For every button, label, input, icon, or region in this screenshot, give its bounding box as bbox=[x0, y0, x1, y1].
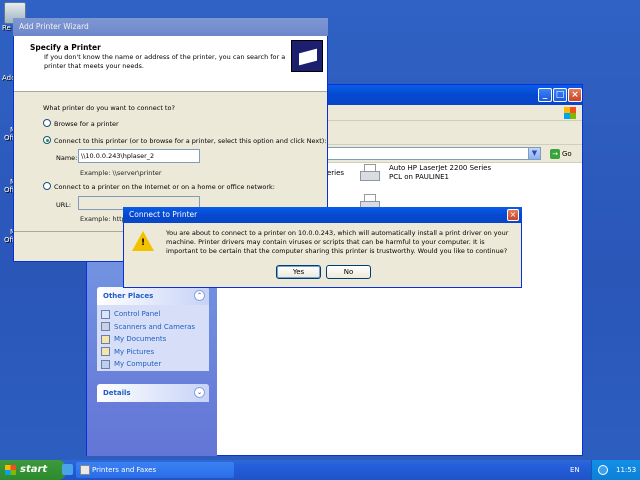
taskbar: start Printers and Faxes EN 11:53 bbox=[0, 460, 640, 480]
sidebar-item-label: My Pictures bbox=[114, 347, 155, 356]
network-icon[interactable] bbox=[598, 465, 608, 475]
sidebar-item-label: My Documents bbox=[114, 335, 167, 344]
radio-browse-label[interactable]: Browse for a printer bbox=[54, 120, 119, 128]
radio-url[interactable] bbox=[43, 182, 51, 190]
sidebar-item-my-computer[interactable]: My Computer bbox=[97, 358, 209, 371]
printer-name: Auto HP LaserJet 2200 Series bbox=[389, 164, 492, 172]
start-label: start bbox=[20, 464, 48, 475]
partial-printer-label[interactable]: eries bbox=[327, 169, 344, 177]
sidebar-item-my-pictures[interactable]: My Pictures bbox=[97, 346, 209, 359]
radio-connect[interactable] bbox=[43, 136, 51, 144]
sidebar-item-label: Scanners and Cameras bbox=[114, 322, 196, 331]
name-example: Example: \\server\printer bbox=[80, 169, 162, 177]
sidebar-item-control-panel[interactable]: Control Panel bbox=[97, 308, 209, 321]
scanner-icon bbox=[101, 322, 110, 332]
minimize-button[interactable]: _ bbox=[538, 88, 552, 102]
warning-exclamation: ! bbox=[141, 238, 146, 248]
quicklaunch-browser-icon[interactable] bbox=[62, 464, 73, 475]
printer-icon bbox=[359, 163, 381, 185]
wizard-subheading: If you don't know the name or address of… bbox=[44, 53, 286, 70]
sidebar-item-label: Control Panel bbox=[114, 310, 161, 319]
name-label: Name: bbox=[56, 154, 78, 162]
url-label: URL: bbox=[56, 201, 72, 209]
recycle-bin-label[interactable]: Re bbox=[2, 24, 11, 32]
sidebar-item-label: My Computer bbox=[114, 360, 162, 369]
other-places-header[interactable]: Other Places ⌃ bbox=[97, 287, 209, 305]
system-tray: 11:53 bbox=[591, 460, 640, 480]
control-panel-icon bbox=[101, 309, 110, 319]
folder-icon bbox=[101, 334, 110, 344]
taskbar-item-printers-and-faxes[interactable]: Printers and Faxes bbox=[76, 462, 234, 478]
wizard-heading: Specify a Printer bbox=[30, 43, 101, 52]
printer-name-field[interactable]: \\10.0.0.243\hplaser_2 bbox=[78, 149, 200, 163]
details-title: Details bbox=[103, 389, 131, 397]
wizard-question: What printer do you want to connect to? bbox=[43, 104, 175, 112]
printer-icon bbox=[80, 465, 90, 475]
connect-to-printer-dialog: Connect to Printer × ! You are about to … bbox=[123, 207, 522, 288]
windows-flag-icon bbox=[5, 465, 16, 475]
windows-logo-icon bbox=[564, 107, 576, 119]
go-button[interactable]: → Go bbox=[547, 147, 575, 160]
computer-icon bbox=[101, 359, 110, 369]
details-header[interactable]: Details ⌄ bbox=[97, 384, 209, 402]
taskbar-item-label: Printers and Faxes bbox=[92, 466, 157, 474]
no-button[interactable]: No bbox=[326, 265, 371, 279]
dialog-title-bar[interactable]: Connect to Printer × bbox=[123, 207, 522, 223]
clock[interactable]: 11:53 bbox=[616, 460, 636, 480]
details-panel: Details ⌄ bbox=[97, 384, 209, 402]
wizard-header: Specify a Printer If you don't know the … bbox=[14, 36, 327, 92]
other-places-title: Other Places bbox=[103, 292, 154, 300]
start-button[interactable]: start bbox=[0, 460, 66, 480]
language-indicator[interactable]: EN bbox=[570, 460, 580, 480]
yes-button[interactable]: Yes bbox=[276, 265, 321, 279]
go-label: Go bbox=[562, 149, 572, 158]
printer-location: PCL on PAULINE1 bbox=[389, 173, 449, 181]
chevron-down-icon[interactable]: ▼ bbox=[528, 148, 540, 159]
other-places-panel: Other Places ⌃ Control Panel Scanners an… bbox=[97, 287, 209, 371]
collapse-icon[interactable]: ⌃ bbox=[194, 290, 205, 301]
radio-url-label[interactable]: Connect to a printer on the Internet or … bbox=[54, 183, 275, 191]
printer-wizard-icon bbox=[291, 40, 323, 72]
go-arrow-icon: → bbox=[550, 148, 560, 159]
close-button[interactable]: × bbox=[568, 88, 582, 102]
sidebar-item-my-documents[interactable]: My Documents bbox=[97, 333, 209, 346]
folder-icon bbox=[101, 347, 110, 357]
close-button[interactable]: × bbox=[507, 209, 519, 221]
expand-icon[interactable]: ⌄ bbox=[194, 387, 205, 398]
radio-browse[interactable] bbox=[43, 119, 51, 127]
dialog-title: Connect to Printer bbox=[129, 210, 198, 219]
maximize-button[interactable]: □ bbox=[553, 88, 567, 102]
radio-connect-label[interactable]: Connect to this printer (or to browse fo… bbox=[54, 137, 327, 145]
wizard-title-bar[interactable]: Add Printer Wizard bbox=[13, 18, 328, 36]
dialog-message: You are about to connect to a printer on… bbox=[166, 229, 509, 255]
sidebar-item-scanners[interactable]: Scanners and Cameras bbox=[97, 321, 209, 334]
